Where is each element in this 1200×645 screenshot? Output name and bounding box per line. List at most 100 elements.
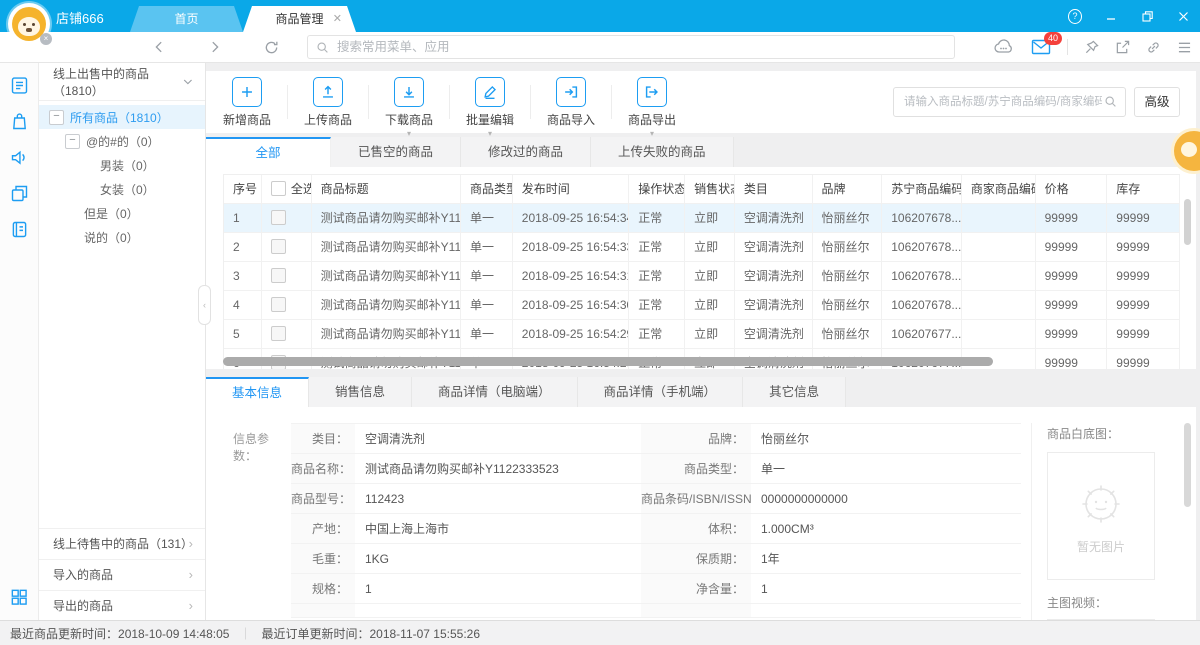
table-row[interactable]: 4测试商品请勿购买邮补Y1122...单一2018-09-25 16:54:30… bbox=[224, 291, 1180, 320]
detail-tab[interactable]: 基本信息 bbox=[206, 377, 309, 407]
collapse-box-icon[interactable]: − bbox=[65, 134, 80, 149]
list-tab[interactable]: 已售空的商品 bbox=[331, 137, 461, 167]
field-label: 规格： bbox=[291, 574, 355, 604]
cloud-icon[interactable] bbox=[993, 38, 1015, 56]
tab-close-icon[interactable]: ✕ bbox=[333, 6, 342, 32]
detail-tab[interactable]: 商品详情（手机端） bbox=[578, 377, 744, 407]
advanced-search-button[interactable]: 高级 bbox=[1134, 87, 1180, 117]
maximize-icon[interactable] bbox=[1140, 9, 1154, 23]
detail-tab[interactable]: 销售信息 bbox=[309, 377, 412, 407]
product-search-input[interactable] bbox=[902, 95, 1104, 109]
sidebar-bottom-item[interactable]: 导出的商品› bbox=[39, 590, 205, 621]
field-label: 商品条码/ISBN/ISSN： bbox=[641, 484, 751, 514]
minimize-icon[interactable] bbox=[1104, 9, 1118, 23]
category-panel: 线上出售中的商品（1810） −所有商品（1810）−@的#的（0）男装（0）女… bbox=[39, 63, 206, 621]
toolbar-button-export[interactable]: 商品导出▾ bbox=[617, 75, 687, 128]
category-panel-header[interactable]: 线上出售中的商品（1810） bbox=[39, 63, 205, 101]
table-cell: 1 bbox=[224, 204, 262, 233]
table-row[interactable]: 2测试商品请勿购买邮补Y1122...单一2018-09-25 16:54:33… bbox=[224, 233, 1180, 262]
table-row[interactable]: 3测试商品请勿购买邮补Y1122...单一2018-09-25 16:54:31… bbox=[224, 262, 1180, 291]
help-icon[interactable]: ? bbox=[1068, 9, 1082, 23]
toolbar-button-edit[interactable]: 批量编辑▾ bbox=[455, 75, 525, 128]
messages-icon[interactable]: 40 bbox=[1031, 39, 1051, 55]
open-external-icon[interactable] bbox=[1115, 40, 1130, 55]
row-checkbox[interactable] bbox=[271, 239, 286, 254]
nav-history-controls bbox=[152, 40, 279, 55]
detail-vertical-scrollbar[interactable] bbox=[1184, 423, 1191, 507]
rail-shop-bag-icon[interactable] bbox=[9, 111, 30, 132]
list-tab[interactable]: 上传失败的商品 bbox=[591, 137, 734, 167]
product-search[interactable] bbox=[893, 87, 1126, 117]
forward-icon[interactable] bbox=[208, 40, 222, 54]
tab-home[interactable]: 首页 bbox=[130, 6, 243, 32]
toolbar-button-import[interactable]: 商品导入 bbox=[536, 75, 606, 128]
row-checkbox-cell bbox=[262, 262, 312, 291]
rail-marketing-icon[interactable] bbox=[9, 147, 30, 168]
tree-item[interactable]: −@的#的（0） bbox=[39, 129, 205, 153]
toolbar-button-upload[interactable]: 上传商品 bbox=[293, 75, 363, 128]
field-value: 测试商品请勿购买邮补Y1122333523 bbox=[355, 454, 641, 484]
tree-item[interactable]: 男装（0） bbox=[39, 153, 205, 177]
collapse-box-icon[interactable]: − bbox=[49, 110, 64, 125]
global-search[interactable] bbox=[307, 35, 955, 59]
list-tab[interactable]: 修改过的商品 bbox=[461, 137, 591, 167]
dropdown-caret-icon[interactable]: ▾ bbox=[617, 130, 687, 138]
table-cell: 99999 bbox=[1036, 204, 1108, 233]
table-row[interactable]: 1测试商品请勿购买邮补Y1122...单一2018-09-25 16:54:34… bbox=[224, 204, 1180, 233]
store-avatar[interactable]: × bbox=[8, 3, 50, 45]
dropdown-caret-icon[interactable]: ▾ bbox=[455, 130, 525, 138]
table-cell: 正常 bbox=[629, 204, 685, 233]
rail-product-list-icon[interactable] bbox=[9, 75, 30, 96]
column-header-label: 序号 bbox=[233, 175, 257, 203]
field-value: 1 bbox=[355, 574, 641, 604]
row-checkbox[interactable] bbox=[271, 210, 286, 225]
toolbar-button-download[interactable]: 下载商品▾ bbox=[374, 75, 444, 128]
column-header-label: 商品标题 bbox=[321, 175, 369, 203]
tree-item[interactable]: 女装（0） bbox=[39, 177, 205, 201]
row-checkbox[interactable] bbox=[271, 297, 286, 312]
menu-icon[interactable] bbox=[1177, 41, 1192, 54]
dropdown-caret-icon[interactable]: ▾ bbox=[374, 130, 444, 138]
tree-item[interactable]: 说的（0） bbox=[39, 225, 205, 249]
image-placeholder[interactable]: 暂无图片 bbox=[1047, 452, 1155, 580]
close-icon[interactable] bbox=[1176, 9, 1190, 23]
detail-body: 信息参数： 类目：空调清洗剂品牌：怡丽丝尔商品名称：测试商品请勿购买邮补Y112… bbox=[206, 407, 1196, 621]
detail-tab[interactable]: 商品详情（电脑端） bbox=[412, 377, 578, 407]
table-cell bbox=[962, 291, 1036, 320]
row-checkbox[interactable] bbox=[271, 268, 286, 283]
refresh-icon[interactable] bbox=[264, 40, 279, 55]
table-row[interactable]: 5测试商品请勿购买邮补Y1122...单一2018-09-25 16:54:29… bbox=[224, 320, 1180, 349]
sidebar-bottom-item[interactable]: 线上待售中的商品（131）› bbox=[39, 528, 205, 559]
link-icon[interactable] bbox=[1146, 40, 1161, 55]
rail-apps-grid-icon[interactable] bbox=[9, 587, 29, 607]
table-cell: 怡丽丝尔 bbox=[813, 204, 883, 233]
toolbar-button-plus[interactable]: 新增商品 bbox=[212, 75, 282, 128]
search-icon[interactable] bbox=[1104, 95, 1117, 108]
rail-notes-icon[interactable] bbox=[9, 219, 30, 240]
table-cell: 99999 bbox=[1036, 291, 1108, 320]
tab-label: 商品管理 bbox=[275, 12, 323, 26]
table-cell: 空调清洗剂 bbox=[735, 204, 813, 233]
tree-item[interactable]: −所有商品（1810） bbox=[39, 105, 205, 129]
field-label: 品牌： bbox=[641, 424, 751, 454]
row-checkbox-cell bbox=[262, 233, 312, 262]
pin-icon[interactable] bbox=[1084, 40, 1099, 55]
horizontal-scrollbar[interactable] bbox=[223, 357, 993, 366]
panel-collapse-handle[interactable]: ‹ bbox=[198, 285, 211, 325]
table-cell bbox=[962, 320, 1036, 349]
sidebar-bottom-item[interactable]: 导入的商品› bbox=[39, 559, 205, 590]
select-all-checkbox[interactable] bbox=[271, 181, 286, 196]
module-rail bbox=[0, 63, 39, 621]
table-cell: 106207678... bbox=[882, 233, 962, 262]
rail-print-orders-icon[interactable] bbox=[9, 183, 30, 204]
row-checkbox[interactable] bbox=[271, 326, 286, 341]
tab-product-management[interactable]: 商品管理 ✕ bbox=[243, 6, 356, 32]
column-header-label: 苏宁商品编码 bbox=[891, 175, 962, 203]
detail-tab[interactable]: 其它信息 bbox=[743, 377, 846, 407]
tree-item[interactable]: 但是（0） bbox=[39, 201, 205, 225]
global-search-input[interactable] bbox=[335, 39, 946, 55]
list-tab[interactable]: 全部 bbox=[206, 137, 331, 167]
table-vertical-scrollbar[interactable] bbox=[1184, 199, 1191, 245]
chevron-right-icon: › bbox=[189, 529, 193, 559]
back-icon[interactable] bbox=[152, 40, 166, 54]
